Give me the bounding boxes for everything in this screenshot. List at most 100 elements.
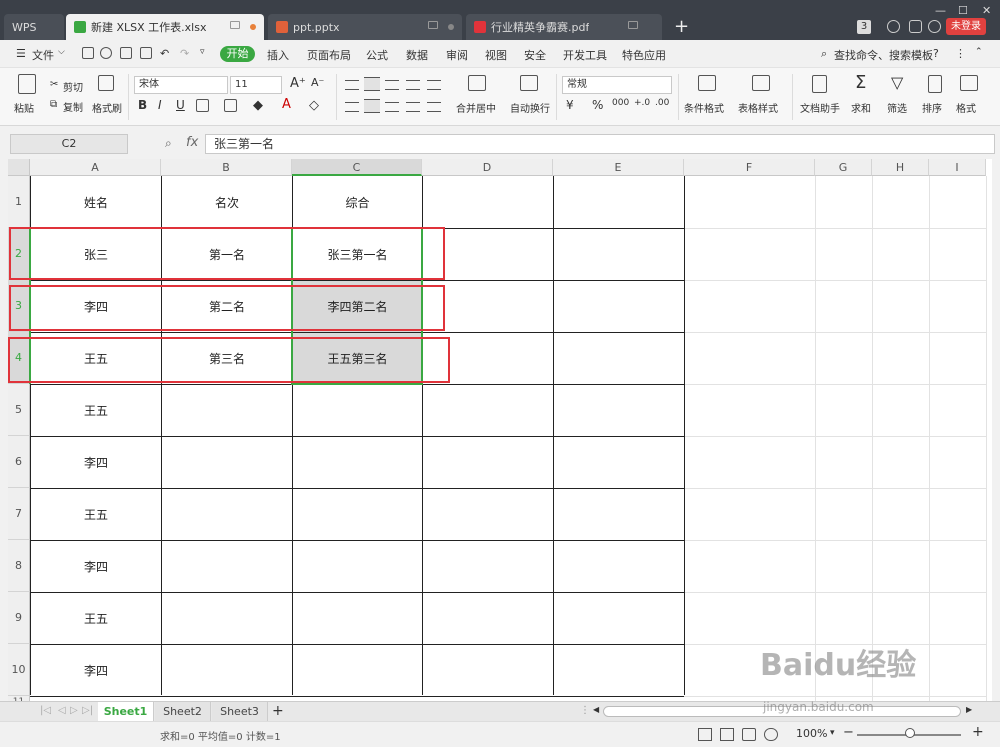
doc-helper-icon[interactable] [812, 75, 827, 93]
cell-b1[interactable]: 名次 [162, 194, 292, 211]
fill-pattern-icon[interactable] [224, 99, 237, 112]
zoom-formula-icon[interactable]: ⌕ [165, 136, 172, 151]
menu-review[interactable]: 审阅 [446, 47, 468, 63]
copy-icon[interactable]: ⧉ [50, 99, 57, 110]
decrease-decimal-icon[interactable]: .00 [655, 98, 669, 108]
row-header-9[interactable]: 9 [8, 592, 30, 644]
menu-developer[interactable]: 开发工具 [563, 47, 607, 63]
avatar-icon[interactable] [928, 20, 941, 33]
row-header-6[interactable]: 6 [8, 436, 30, 488]
redo-icon[interactable]: ↷ [180, 47, 189, 60]
row-header-1[interactable]: 1 [8, 176, 30, 228]
sheet-nav-prev-icon[interactable]: ◁ [58, 705, 66, 716]
clear-format-icon[interactable]: ◇ [309, 98, 319, 113]
sheet-nav-first-icon[interactable]: |◁ [40, 705, 51, 716]
cell-a1[interactable]: 姓名 [31, 194, 161, 211]
save-icon[interactable] [82, 47, 94, 59]
merge-center-button[interactable]: 合并居中 [456, 100, 496, 115]
cell-a10[interactable]: 李四 [31, 662, 161, 679]
menu-page-layout[interactable]: 页面布局 [307, 47, 351, 63]
zoom-in-icon[interactable]: + [972, 724, 984, 740]
maximize-icon[interactable]: ☐ [958, 4, 968, 17]
wrap-text-icon[interactable] [520, 75, 538, 91]
fill-color-icon[interactable]: ◆ [253, 98, 263, 113]
cell-a6[interactable]: 李四 [31, 454, 161, 471]
distributed-icon[interactable] [427, 102, 441, 112]
sheet-nav-next-icon[interactable]: ▷ [70, 705, 78, 716]
new-tab-plus-icon[interactable]: + [674, 16, 689, 37]
cell-c1[interactable]: 综合 [293, 194, 422, 211]
thousands-icon[interactable]: 000 [612, 98, 629, 108]
cell-a8[interactable]: 李四 [31, 558, 161, 575]
align-bottom-icon[interactable] [385, 80, 399, 90]
print-preview-icon[interactable] [100, 47, 112, 59]
search-icon[interactable]: ⌕ [821, 47, 827, 61]
command-search[interactable]: 查找命令、搜索模板 [834, 47, 933, 63]
page-break-view-icon[interactable] [720, 728, 734, 741]
monitor-icon[interactable] [428, 21, 438, 29]
row-header-7[interactable]: 7 [8, 488, 30, 540]
zoom-dropdown-icon[interactable]: ▾ [830, 728, 835, 738]
increase-decimal-icon[interactable]: +.0 [634, 98, 650, 108]
format-icon[interactable] [960, 75, 978, 91]
zoom-slider-handle[interactable] [905, 728, 915, 738]
align-center-icon[interactable] [364, 99, 380, 113]
skin-icon[interactable] [887, 20, 900, 33]
percent-icon[interactable]: % [592, 98, 603, 112]
hamburger-icon[interactable]: ☰ [16, 47, 26, 60]
more-icon[interactable]: ⋮ [955, 47, 966, 60]
export-icon[interactable] [140, 47, 152, 59]
zoom-out-icon[interactable]: − [843, 725, 854, 740]
indent-increase-icon[interactable] [427, 80, 441, 90]
column-header-b[interactable]: B [161, 159, 292, 176]
menu-special[interactable]: 特色应用 [622, 47, 666, 63]
format-button[interactable]: 格式 [956, 100, 976, 115]
bold-icon[interactable]: B [138, 98, 147, 112]
number-format-select[interactable]: 常规 [562, 76, 672, 94]
cell-a5[interactable]: 王五 [31, 402, 161, 419]
column-header-e[interactable]: E [553, 159, 684, 176]
filter-button[interactable]: 筛选 [887, 100, 907, 115]
sheet-tab-3[interactable]: Sheet3 [212, 702, 268, 721]
column-header-h[interactable]: H [872, 159, 929, 176]
chevron-down-icon[interactable]: ⌵ [58, 47, 65, 57]
scroll-right-icon[interactable]: ▶ [966, 705, 972, 714]
conditional-format-button[interactable]: 条件格式 [684, 100, 724, 115]
add-sheet-plus-icon[interactable]: + [272, 703, 284, 719]
menu-insert[interactable]: 插入 [267, 47, 289, 63]
sum-icon[interactable]: Σ [855, 72, 866, 93]
menu-data[interactable]: 数据 [406, 47, 428, 63]
align-middle-icon[interactable] [364, 77, 380, 91]
sort-icon[interactable] [928, 75, 942, 93]
sheet-tab-2[interactable]: Sheet2 [155, 702, 211, 721]
menu-start[interactable]: 开始 [220, 46, 255, 62]
conditional-format-icon[interactable] [698, 75, 716, 91]
help-icon[interactable]: ? [933, 47, 939, 60]
menu-file[interactable]: 文件 [32, 47, 54, 63]
merge-center-icon[interactable] [468, 75, 486, 91]
border-icon[interactable] [196, 99, 209, 112]
monitor-icon[interactable] [230, 21, 240, 29]
align-right-icon[interactable] [385, 102, 399, 112]
sheet-nav-last-icon[interactable]: ▷| [82, 705, 93, 716]
reading-mode-icon[interactable] [764, 728, 778, 741]
scissors-icon[interactable]: ✂ [50, 79, 58, 90]
name-box[interactable]: C2 [10, 134, 128, 154]
tab-xlsx-document[interactable]: 新建 XLSX 工作表.xlsx [66, 14, 264, 40]
login-button[interactable]: 未登录 [946, 18, 986, 35]
share-icon[interactable] [909, 20, 922, 33]
sheet-tab-1[interactable]: Sheet1 [98, 702, 154, 721]
column-header-i[interactable]: I [929, 159, 986, 176]
normal-view-icon[interactable] [698, 728, 712, 741]
cell-a9[interactable]: 王五 [31, 610, 161, 627]
paste-icon[interactable] [18, 74, 36, 94]
column-header-c[interactable]: C [292, 159, 422, 176]
row-header-5[interactable]: 5 [8, 384, 30, 436]
sum-button[interactable]: 求和 [851, 100, 871, 115]
font-name-select[interactable]: 宋体 [134, 76, 228, 94]
font-color-icon[interactable]: A [282, 97, 291, 112]
menu-security[interactable]: 安全 [524, 47, 546, 63]
tab-wps-home[interactable]: WPS [4, 14, 64, 40]
tab-pdf-document[interactable]: 行业精英争霸赛.pdf [466, 14, 662, 40]
table-style-icon[interactable] [752, 75, 770, 91]
